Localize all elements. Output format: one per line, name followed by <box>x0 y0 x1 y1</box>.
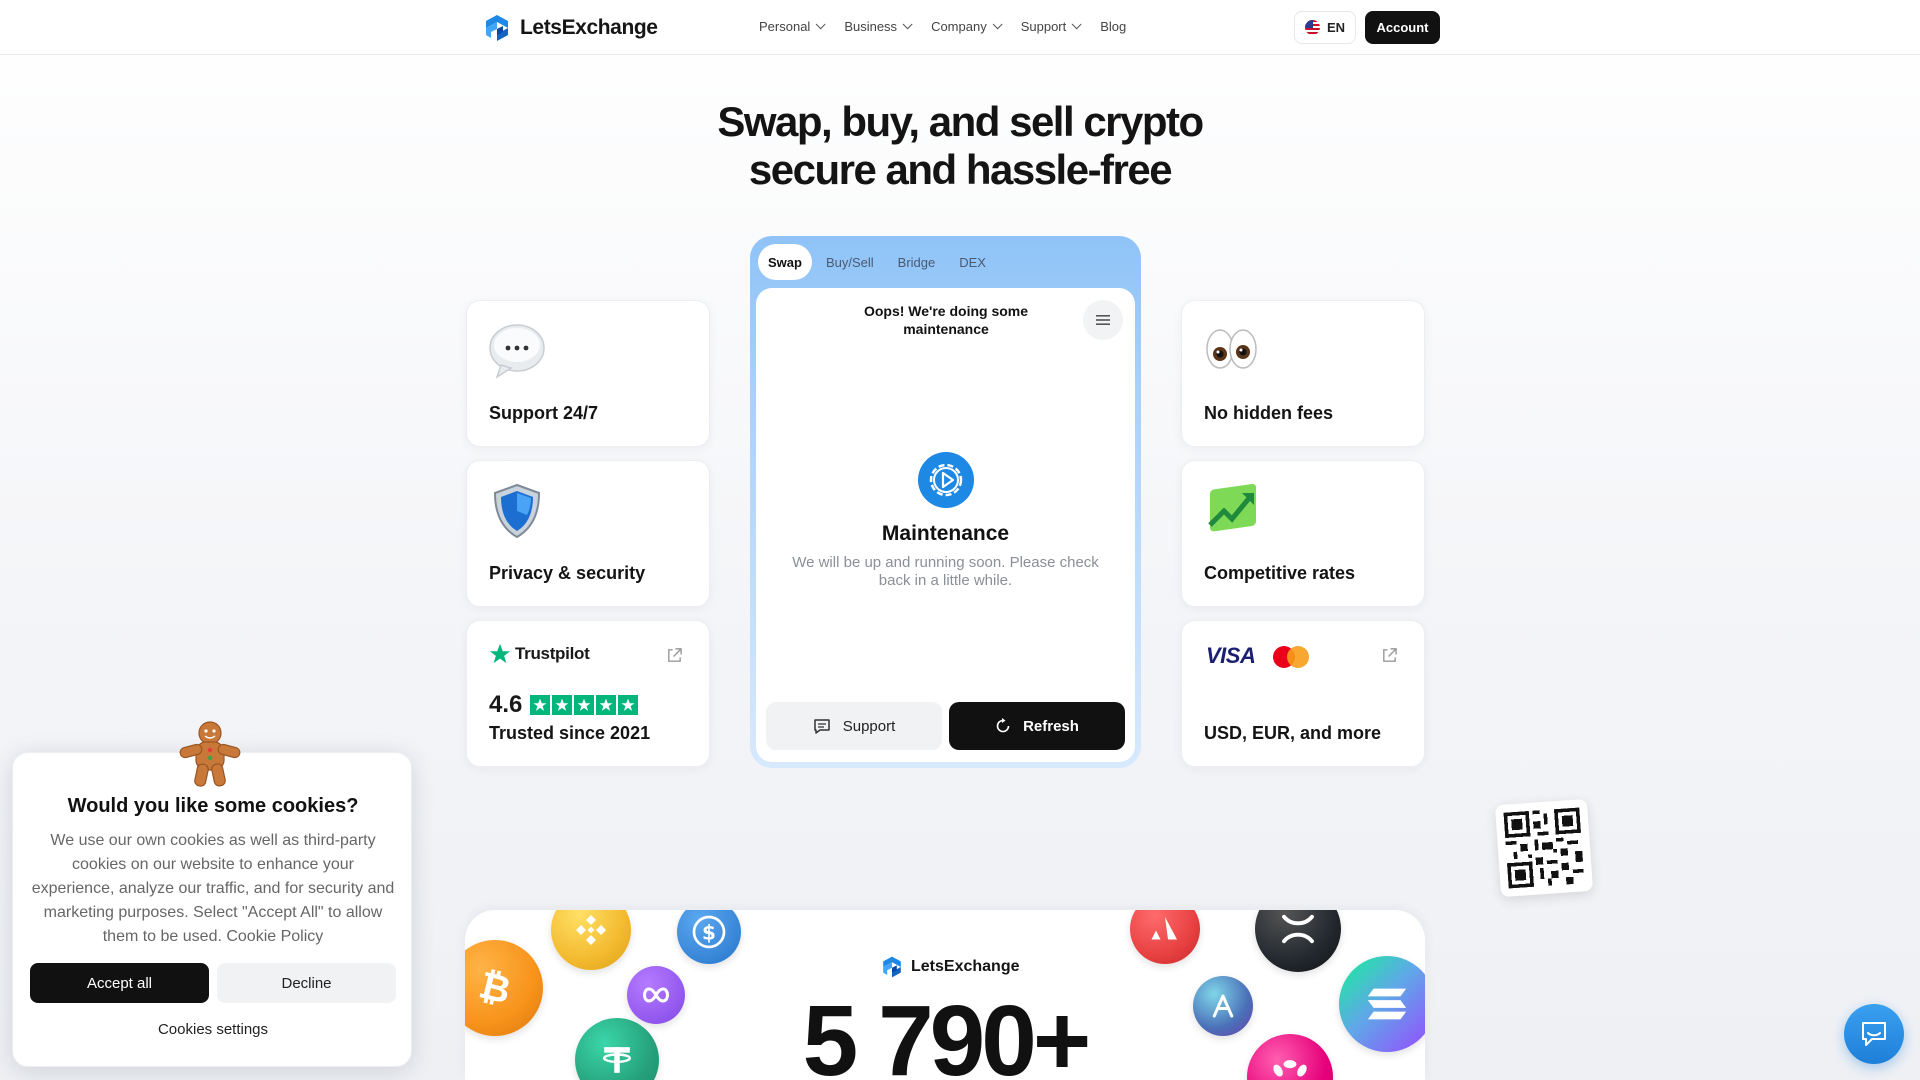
cookie-consent-dialog: Would you like some cookies? We use our … <box>12 752 412 1067</box>
trustpilot-score: 4.6 <box>489 691 639 719</box>
eyes-icon <box>1206 329 1257 369</box>
rating-value: 4.6 <box>489 691 523 718</box>
support-button[interactable]: Support <box>766 702 942 750</box>
letsexchange-logo-icon <box>883 956 901 978</box>
site-header: LetsExchange Personal Business Company S… <box>0 0 1920 55</box>
tab-swap[interactable]: Swap <box>758 244 812 280</box>
chart-up-icon <box>1208 483 1256 532</box>
maintenance-text: We will be up and running soon. Please c… <box>792 554 1099 589</box>
mastercard-logo-icon <box>1273 646 1309 668</box>
feature-title: Support 24/7 <box>489 403 599 423</box>
speech-bubble-icon <box>489 324 545 379</box>
solana-coin-icon <box>1339 956 1425 1052</box>
feature-title: Competitive rates <box>1204 563 1356 583</box>
external-link-icon[interactable] <box>1381 647 1398 664</box>
feature-card-fees: No hidden fees <box>1181 300 1425 447</box>
payments-card[interactable]: VISA USD, EUR, and more <box>1181 620 1425 767</box>
maintenance-title: Maintenance <box>881 522 1010 545</box>
menu-icon <box>1096 315 1110 325</box>
app-qr-code[interactable] <box>1494 798 1594 898</box>
brand-logo[interactable]: LetsExchange <box>482 13 658 43</box>
rating-stars <box>530 695 639 715</box>
chevron-down-icon <box>815 19 826 30</box>
feature-card-privacy: Privacy & security <box>466 460 710 607</box>
hero-line-1: Swap, buy, and sell crypto <box>717 98 1204 145</box>
payments-caption: USD, EUR, and more <box>1204 723 1382 743</box>
cookie-text: We use our own cookies as well as third-… <box>31 832 395 945</box>
xrp-coin-icon <box>1255 910 1341 972</box>
nav-support[interactable]: Support <box>1020 19 1082 34</box>
chevron-down-icon <box>1071 19 1082 30</box>
cookies-settings-link[interactable]: Cookies settings <box>13 1021 413 1038</box>
star-icon <box>574 695 595 715</box>
usdc-coin-icon: $ <box>677 910 741 964</box>
us-flag-icon <box>1304 20 1320 35</box>
nav-company-label: Company <box>931 19 987 34</box>
accept-all-button[interactable]: Accept all <box>30 963 209 1003</box>
widget-menu-button[interactable] <box>1083 300 1123 340</box>
tab-buy-sell[interactable]: Buy/Sell <box>816 244 884 280</box>
tab-bridge[interactable]: Bridge <box>888 244 946 280</box>
avalanche-coin-icon <box>1130 910 1200 964</box>
trustpilot-caption: Trusted since 2021 <box>489 723 651 743</box>
feature-card-support: Support 24/7 <box>466 300 710 447</box>
hero-line-2: secure and hassle-free <box>748 146 1173 193</box>
trustpilot-brand: Trustpilot <box>515 644 590 663</box>
nav-blog-label: Blog <box>1100 19 1127 34</box>
account-button[interactable]: Account <box>1365 11 1440 44</box>
trustpilot-card[interactable]: Trustpilot 4.6 Trusted since 2021 <box>466 620 710 767</box>
trustpilot-logo: Trustpilot <box>489 643 590 665</box>
maintenance-gear-icon <box>918 452 974 508</box>
chat-bubble-icon <box>1862 1022 1886 1046</box>
external-link-icon[interactable] <box>666 647 683 664</box>
live-chat-button[interactable] <box>1844 1004 1904 1064</box>
aave-coin-icon <box>1193 976 1253 1036</box>
bottom-brand-logo: LetsExchange <box>880 955 1019 979</box>
hero-title: Swap, buy, and sell crypto secure and ha… <box>560 98 1360 194</box>
star-icon <box>618 695 639 715</box>
chevron-down-icon <box>902 19 913 30</box>
cookie-title: Would you like some cookies? <box>67 795 359 817</box>
star-icon <box>552 695 573 715</box>
maintenance-notice: Oops! We're doing some maintenance <box>863 303 1029 337</box>
widget-tabs: Swap Buy/Sell Bridge DEX <box>758 244 996 280</box>
refresh-icon <box>996 718 1010 733</box>
nav-personal[interactable]: Personal <box>759 19 826 34</box>
nav-blog[interactable]: Blog <box>1100 19 1126 34</box>
widget-panel: Oops! We're doing some maintenance Maint… <box>756 288 1135 762</box>
bottom-brand-name: LetsExchange <box>911 958 1020 975</box>
decline-button[interactable]: Decline <box>217 963 396 1003</box>
main-nav: Personal Business Company Support Blog <box>759 19 1148 34</box>
feature-title: Privacy & security <box>489 563 646 583</box>
nav-support-label: Support <box>1020 19 1067 34</box>
gingerbread-cookie-icon <box>179 721 241 787</box>
visa-logo: VISA <box>1206 643 1256 668</box>
svg-text:$: $ <box>702 921 716 945</box>
feature-title: No hidden fees <box>1204 403 1334 423</box>
nav-personal-label: Personal <box>759 19 811 34</box>
star-icon <box>530 695 551 715</box>
brand-name: LetsExchange <box>520 16 658 39</box>
assets-section: ₿ $ LetsExchange 5 790+ <box>465 910 1425 1080</box>
exchange-widget: Swap Buy/Sell Bridge DEX Oops! We're doi… <box>750 236 1141 768</box>
letsexchange-logo-icon <box>486 15 508 41</box>
bnb-coin-icon <box>551 910 631 970</box>
shield-icon <box>493 483 541 539</box>
chat-icon <box>813 719 830 734</box>
chevron-down-icon <box>992 19 1003 30</box>
nav-business-label: Business <box>844 19 898 34</box>
language-label: EN <box>1326 20 1346 35</box>
qr-code-icon <box>1503 807 1584 889</box>
tab-dex[interactable]: DEX <box>949 244 996 280</box>
feature-card-rates: Competitive rates <box>1181 460 1425 607</box>
language-selector[interactable]: EN <box>1294 11 1356 44</box>
star-icon <box>596 695 617 715</box>
support-button-label: Support <box>842 717 896 735</box>
refresh-button-label: Refresh <box>1023 717 1079 735</box>
trustpilot-star-icon <box>489 643 511 664</box>
refresh-button[interactable]: Refresh <box>949 702 1125 750</box>
nav-company[interactable]: Company <box>931 19 1003 34</box>
nav-business[interactable]: Business <box>844 19 913 34</box>
